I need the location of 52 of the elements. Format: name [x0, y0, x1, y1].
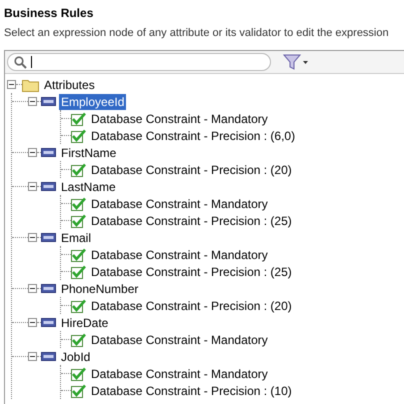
attribute-type-icon — [41, 148, 56, 157]
checkmark-icon — [71, 298, 86, 312]
panel-title: Business Rules — [4, 5, 94, 22]
attribute-type-icon — [41, 352, 56, 361]
checkmark-icon — [71, 214, 86, 228]
checkmark-icon — [71, 332, 86, 346]
text-cursor — [31, 56, 32, 68]
attribute-type-icon — [41, 284, 56, 293]
tree-item[interactable]: Database Constraint - Precision : (25) — [89, 264, 294, 280]
tree-item[interactable]: Database Constraint - Precision : (25) — [89, 212, 294, 228]
checkmark-icon — [71, 128, 86, 142]
checkmark-icon — [71, 384, 86, 398]
tree-item[interactable]: Database Constraint - Mandatory — [89, 332, 270, 348]
tree-item[interactable]: HireDate — [59, 314, 110, 330]
collapse-icon[interactable] — [28, 97, 37, 106]
tree-item[interactable]: PhoneNumber — [59, 280, 140, 296]
checkmark-icon — [71, 366, 86, 380]
folder-icon — [22, 78, 39, 92]
attribute-type-icon — [41, 97, 56, 106]
tree-item[interactable]: LastName — [59, 178, 118, 194]
checkmark-icon — [71, 162, 86, 176]
tree-item[interactable]: Database Constraint - Precision : (20) — [89, 162, 294, 178]
tree-item[interactable]: Database Constraint - Mandatory — [89, 366, 270, 382]
tree-item[interactable]: Database Constraint - Precision : (6,0) — [89, 128, 298, 144]
tree-item[interactable]: Attributes — [42, 76, 97, 92]
attribute-type-icon — [41, 182, 56, 191]
tree-item[interactable]: JobId — [59, 348, 92, 364]
tree-item[interactable]: Database Constraint - Mandatory — [89, 246, 270, 262]
tree-item[interactable]: Database Constraint - Mandatory — [89, 110, 270, 126]
search-field[interactable] — [7, 53, 271, 71]
collapse-icon[interactable] — [28, 318, 37, 327]
collapse-icon[interactable] — [28, 148, 37, 157]
tree-item[interactable]: EmployeeId — [59, 94, 126, 110]
tree-item[interactable]: Email — [59, 230, 94, 246]
filter-dropdown-icon[interactable] — [283, 54, 309, 70]
attribute-type-icon — [41, 233, 56, 242]
tree-item[interactable]: Database Constraint - Precision : (10) — [89, 382, 294, 398]
collapse-icon[interactable] — [28, 284, 37, 293]
collapse-icon[interactable] — [28, 182, 37, 191]
collapse-icon[interactable] — [28, 352, 37, 361]
instruction-text: Select an expression node of any attribute or its validator to edit the expression — [4, 26, 390, 41]
collapse-icon[interactable] — [28, 233, 37, 242]
checkmark-icon — [71, 264, 86, 278]
search-icon — [14, 56, 27, 68]
tree-item[interactable]: Database Constraint - Precision : (20) — [89, 298, 294, 314]
collapse-icon[interactable] — [7, 80, 16, 89]
tree-item[interactable]: Database Constraint - Mandatory — [89, 196, 270, 212]
checkmark-icon — [71, 248, 86, 262]
attribute-type-icon — [41, 318, 56, 327]
checkmark-icon — [71, 112, 86, 126]
tree-item[interactable]: FirstName — [59, 144, 118, 160]
checkmark-icon — [71, 196, 86, 210]
